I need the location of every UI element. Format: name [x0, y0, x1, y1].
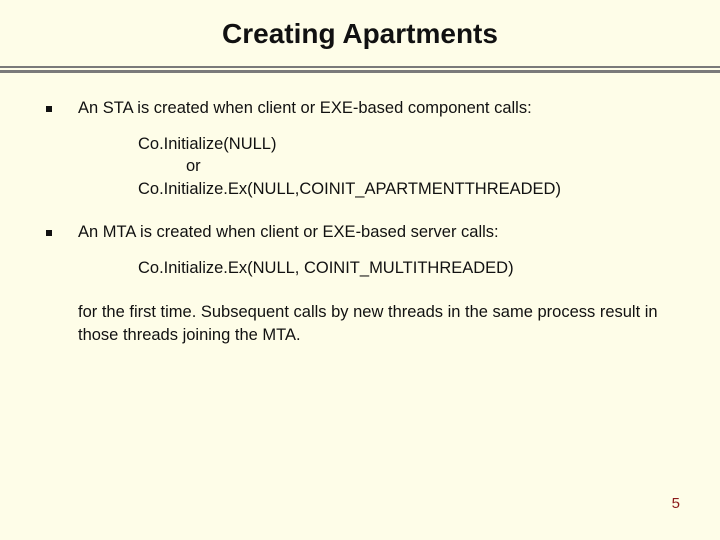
slide-content: An STA is created when client or EXE-bas…: [0, 72, 720, 346]
bullet-item: An STA is created when client or EXE-bas…: [46, 98, 674, 119]
title-divider: [0, 66, 720, 72]
bullet-text: An STA is created when client or EXE-bas…: [78, 98, 674, 119]
code-line: Co.Initialize.Ex(NULL, COINIT_MULTITHREA…: [138, 257, 674, 279]
bullet-item: An MTA is created when client or EXE-bas…: [46, 222, 674, 243]
slide-title: Creating Apartments: [0, 0, 720, 62]
slide: Creating Apartments An STA is created wh…: [0, 0, 720, 540]
code-block: Co.Initialize.Ex(NULL, COINIT_MULTITHREA…: [138, 257, 674, 279]
bullet-text: An MTA is created when client or EXE-bas…: [78, 222, 674, 243]
page-number: 5: [672, 495, 680, 512]
bullet-icon: [46, 230, 52, 236]
divider-thick-line: [0, 70, 720, 73]
trailing-paragraph: for the first time. Subsequent calls by …: [78, 301, 674, 346]
code-line: Co.Initialize(NULL): [138, 133, 674, 155]
code-line: Co.Initialize.Ex(NULL,COINIT_APARTMENTTH…: [138, 178, 674, 200]
code-block: Co.Initialize(NULL) or Co.Initialize.Ex(…: [138, 133, 674, 200]
bullet-icon: [46, 106, 52, 112]
code-line: or: [138, 155, 674, 177]
divider-thin-line: [0, 66, 720, 68]
